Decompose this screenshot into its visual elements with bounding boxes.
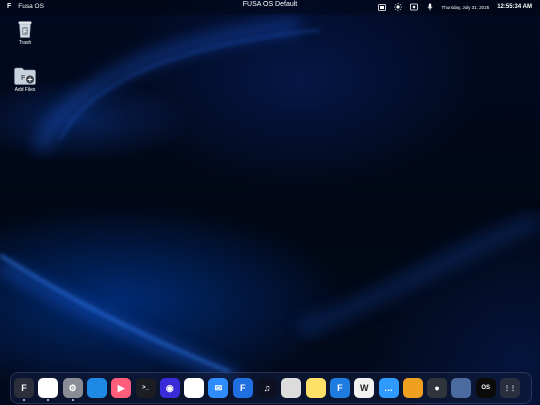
svg-text:F: F	[23, 30, 27, 36]
dock-app-fusa-docs[interactable]: F	[329, 378, 350, 398]
music-icon: ♫	[263, 383, 271, 393]
terminal-icon: >_	[142, 385, 149, 391]
desktop-icon-label: Add Files	[14, 87, 36, 93]
brightness-icon[interactable]	[393, 3, 402, 11]
dock: F ⚙ ▶ >_ ◉ ✉ F ♫ F W … ● OS ⋮⋮	[10, 372, 532, 404]
desktop-icon-label: Trash	[18, 40, 32, 46]
dock-app-screen-viewer[interactable]	[451, 378, 472, 398]
dock-app-calculator[interactable]	[281, 378, 302, 398]
running-indicator	[47, 399, 50, 401]
media-player-icon: ▶	[117, 382, 125, 393]
screen-icon[interactable]	[377, 3, 386, 11]
desktop-wallpaper	[0, 0, 540, 405]
fusa-docs-icon: F	[337, 383, 343, 393]
podcasts-icon: ◉	[165, 382, 174, 393]
date-label[interactable]: Thursday, July 31, 2025	[442, 5, 490, 10]
display-icon[interactable]	[409, 3, 418, 11]
running-indicator	[23, 399, 25, 401]
fusa-settings-icon: F	[21, 383, 27, 393]
system-settings-icon: ⚙	[68, 382, 77, 393]
top-menu-bar: F Fusa OS FUSA OS Default Thursday, July…	[0, 0, 540, 15]
dock-app-terminal[interactable]: >_	[135, 378, 156, 398]
window-title: FUSA OS Default	[242, 1, 298, 8]
status-area: Thursday, July 31, 2025 12:55:34 AM	[377, 3, 532, 11]
dock-app-fusa-settings[interactable]: F	[14, 378, 34, 401]
add-files-icon: F	[14, 67, 36, 85]
fusa-os-icon: OS	[481, 385, 491, 391]
dock-app-camera[interactable]: ●	[427, 378, 448, 398]
dock-app-browser[interactable]	[86, 378, 107, 398]
fusa-logo-icon[interactable]: F	[7, 3, 11, 10]
dock-app-mail[interactable]: ✉	[208, 378, 229, 398]
camera-icon: ●	[434, 383, 440, 393]
messages-icon: …	[384, 383, 393, 393]
desktop-icon-add-files[interactable]: F Add Files	[5, 67, 45, 93]
clock[interactable]: 12:55:34 AM	[497, 4, 532, 10]
file-manager-icon: F	[239, 383, 246, 393]
dock-app-system-settings[interactable]: ⚙	[62, 378, 83, 401]
dock-app-notepad[interactable]	[402, 378, 423, 398]
mail-icon: ✉	[214, 382, 223, 393]
active-app-name[interactable]: Fusa OS	[18, 3, 44, 10]
dock-app-fusa-os[interactable]: OS	[475, 378, 496, 398]
svg-text:F: F	[21, 75, 26, 82]
desktop-icon-trash[interactable]: F Trash	[5, 20, 45, 46]
running-indicator	[71, 399, 74, 401]
dock-app-notes[interactable]	[305, 378, 326, 398]
dock-app-messages[interactable]: …	[378, 378, 399, 398]
dock-app-music[interactable]: ♫	[257, 378, 277, 398]
dock-app-app-grid[interactable]: ⋮⋮	[500, 378, 520, 398]
trash-icon: F	[18, 20, 32, 38]
wikipedia-icon: W	[359, 383, 369, 393]
app-grid-icon: ⋮⋮	[504, 385, 516, 392]
dock-app-file-manager[interactable]: F	[232, 378, 253, 398]
dock-app-media-player[interactable]: ▶	[111, 378, 132, 398]
dock-app-photos[interactable]	[38, 378, 59, 401]
dock-app-maps[interactable]	[184, 378, 205, 398]
top-bar-left: F Fusa OS	[7, 3, 44, 10]
dock-app-podcasts[interactable]: ◉	[159, 378, 180, 398]
dock-app-wikipedia[interactable]: W	[354, 378, 375, 398]
microphone-icon[interactable]	[426, 3, 434, 11]
